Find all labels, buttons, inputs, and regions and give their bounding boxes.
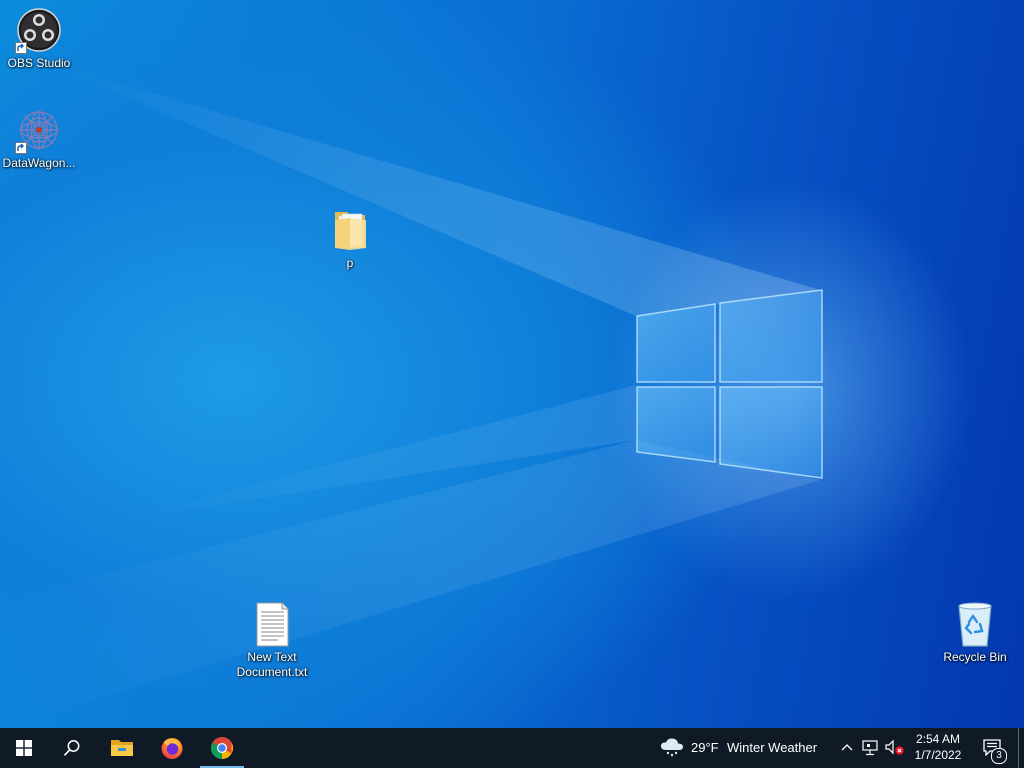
- show-hidden-icons-button[interactable]: [838, 728, 856, 768]
- notification-count-badge: 3: [991, 748, 1007, 764]
- chrome-icon: [211, 737, 233, 759]
- windows-logo-wallpaper-icon: [636, 289, 823, 479]
- desktop-icon-recycle-bin[interactable]: Recycle Bin: [937, 600, 1013, 665]
- desktop-icon-datawagon[interactable]: DataWagon...: [1, 106, 77, 171]
- clock[interactable]: 2:54 AM 1/7/2022: [906, 731, 970, 763]
- clock-time: 2:54 AM: [915, 732, 961, 746]
- network-icon: [862, 740, 878, 756]
- desktop-icon-folder-p[interactable]: p: [312, 206, 388, 271]
- desktop-icon-obs-studio[interactable]: OBS Studio: [1, 6, 77, 71]
- show-desktop-button[interactable]: [1018, 728, 1024, 768]
- file-explorer-icon: [111, 740, 133, 756]
- desktop-icon-label: Recycle Bin: [943, 650, 1007, 664]
- desktop-icon-label: OBS Studio: [7, 56, 71, 70]
- weather-condition: Winter Weather: [727, 740, 818, 755]
- volume-button[interactable]: [884, 728, 906, 768]
- datawagon-icon: [15, 106, 63, 154]
- weather-temperature: 29°F: [691, 740, 719, 755]
- clock-date: 1/7/2022: [914, 748, 962, 762]
- cloud-snow-icon: [661, 738, 683, 757]
- search-button[interactable]: [48, 728, 96, 768]
- shortcut-arrow-icon: [15, 142, 27, 154]
- folder-icon: [326, 206, 374, 254]
- shortcut-arrow-icon: [15, 42, 27, 54]
- desktop-icon-label: New Text Document.txt: [236, 650, 308, 679]
- firefox-button[interactable]: [148, 728, 196, 768]
- recycle-bin-icon: [951, 600, 999, 648]
- windows-wallpaper: [0, 60, 823, 728]
- start-button[interactable]: [0, 728, 48, 768]
- search-icon: [63, 740, 80, 756]
- obs-studio-icon: [15, 6, 63, 54]
- chevron-up-icon: [841, 744, 853, 751]
- file-explorer-button[interactable]: [98, 728, 146, 768]
- desktop-icon-new-text-document[interactable]: New Text Document.txt: [234, 600, 310, 680]
- taskbar: 29°F Winter Weather 2:54 AM 1/7/2022 3: [0, 728, 1024, 768]
- action-center-button[interactable]: 3: [978, 728, 1014, 768]
- text-document-icon: [248, 600, 296, 648]
- windows-logo-icon: [16, 740, 32, 756]
- chrome-button[interactable]: [198, 728, 246, 768]
- desktop[interactable]: OBS Studio DataWagon... p New Text Docum…: [0, 0, 1024, 728]
- desktop-icon-label: p: [346, 256, 354, 270]
- network-button[interactable]: [860, 728, 882, 768]
- weather-widget[interactable]: 29°F Winter Weather: [658, 728, 830, 768]
- desktop-icon-label: DataWagon...: [2, 156, 76, 170]
- firefox-icon: [161, 738, 183, 759]
- volume-muted-icon: [885, 740, 904, 755]
